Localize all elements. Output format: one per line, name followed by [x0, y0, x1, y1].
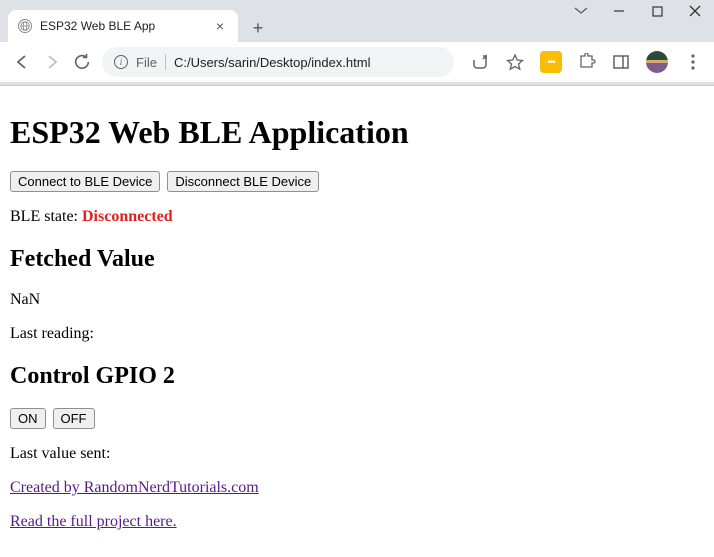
gpio-heading: Control GPIO 2 — [10, 363, 704, 390]
globe-icon — [18, 19, 32, 33]
maximize-button[interactable] — [650, 4, 664, 18]
created-by-link[interactable]: Created by RandomNerdTutorials.com — [10, 479, 259, 496]
profile-avatar[interactable] — [646, 51, 668, 73]
forward-button[interactable] — [42, 52, 62, 72]
reload-button[interactable] — [72, 52, 92, 72]
close-window-button[interactable] — [688, 4, 702, 18]
page-title: ESP32 Web BLE Application — [10, 114, 704, 151]
bookmark-icon[interactable] — [506, 53, 524, 71]
window-dropdown-icon[interactable] — [574, 4, 588, 18]
disconnect-button[interactable]: Disconnect BLE Device — [167, 171, 319, 192]
fetched-value: NaN — [10, 291, 704, 309]
sidepanel-icon[interactable] — [612, 53, 630, 71]
last-value-sent: Last value sent: — [10, 445, 704, 463]
gpio-off-button[interactable]: OFF — [53, 408, 95, 429]
fetched-value-heading: Fetched Value — [10, 246, 704, 273]
tab-title: ESP32 Web BLE App — [40, 19, 204, 33]
address-bar[interactable]: i File C:/Users/sarin/Desktop/index.html — [102, 47, 454, 77]
connect-button[interactable]: Connect to BLE Device — [10, 171, 160, 192]
read-full-project-link[interactable]: Read the full project here. — [10, 513, 177, 530]
extensions-icon[interactable] — [578, 53, 596, 71]
close-tab-button[interactable]: × — [212, 18, 228, 34]
ble-state-label: BLE state: — [10, 208, 82, 225]
back-button[interactable] — [12, 52, 32, 72]
new-tab-button[interactable]: + — [244, 14, 272, 42]
gpio-on-button[interactable]: ON — [10, 408, 46, 429]
url-divider — [165, 54, 166, 70]
minimize-button[interactable] — [612, 4, 626, 18]
extension-badge-icon[interactable]: ••• — [540, 51, 562, 73]
browser-tab[interactable]: ESP32 Web BLE App × — [8, 10, 238, 42]
url-path: C:/Users/sarin/Desktop/index.html — [174, 55, 371, 70]
ble-state-line: BLE state: Disconnected — [10, 208, 704, 226]
url-prefix: File — [136, 55, 157, 70]
menu-icon[interactable] — [684, 53, 702, 71]
share-icon[interactable] — [472, 53, 490, 71]
ble-state-value: Disconnected — [82, 208, 173, 225]
page-info-icon[interactable]: i — [114, 55, 128, 69]
last-reading: Last reading: — [10, 325, 704, 343]
